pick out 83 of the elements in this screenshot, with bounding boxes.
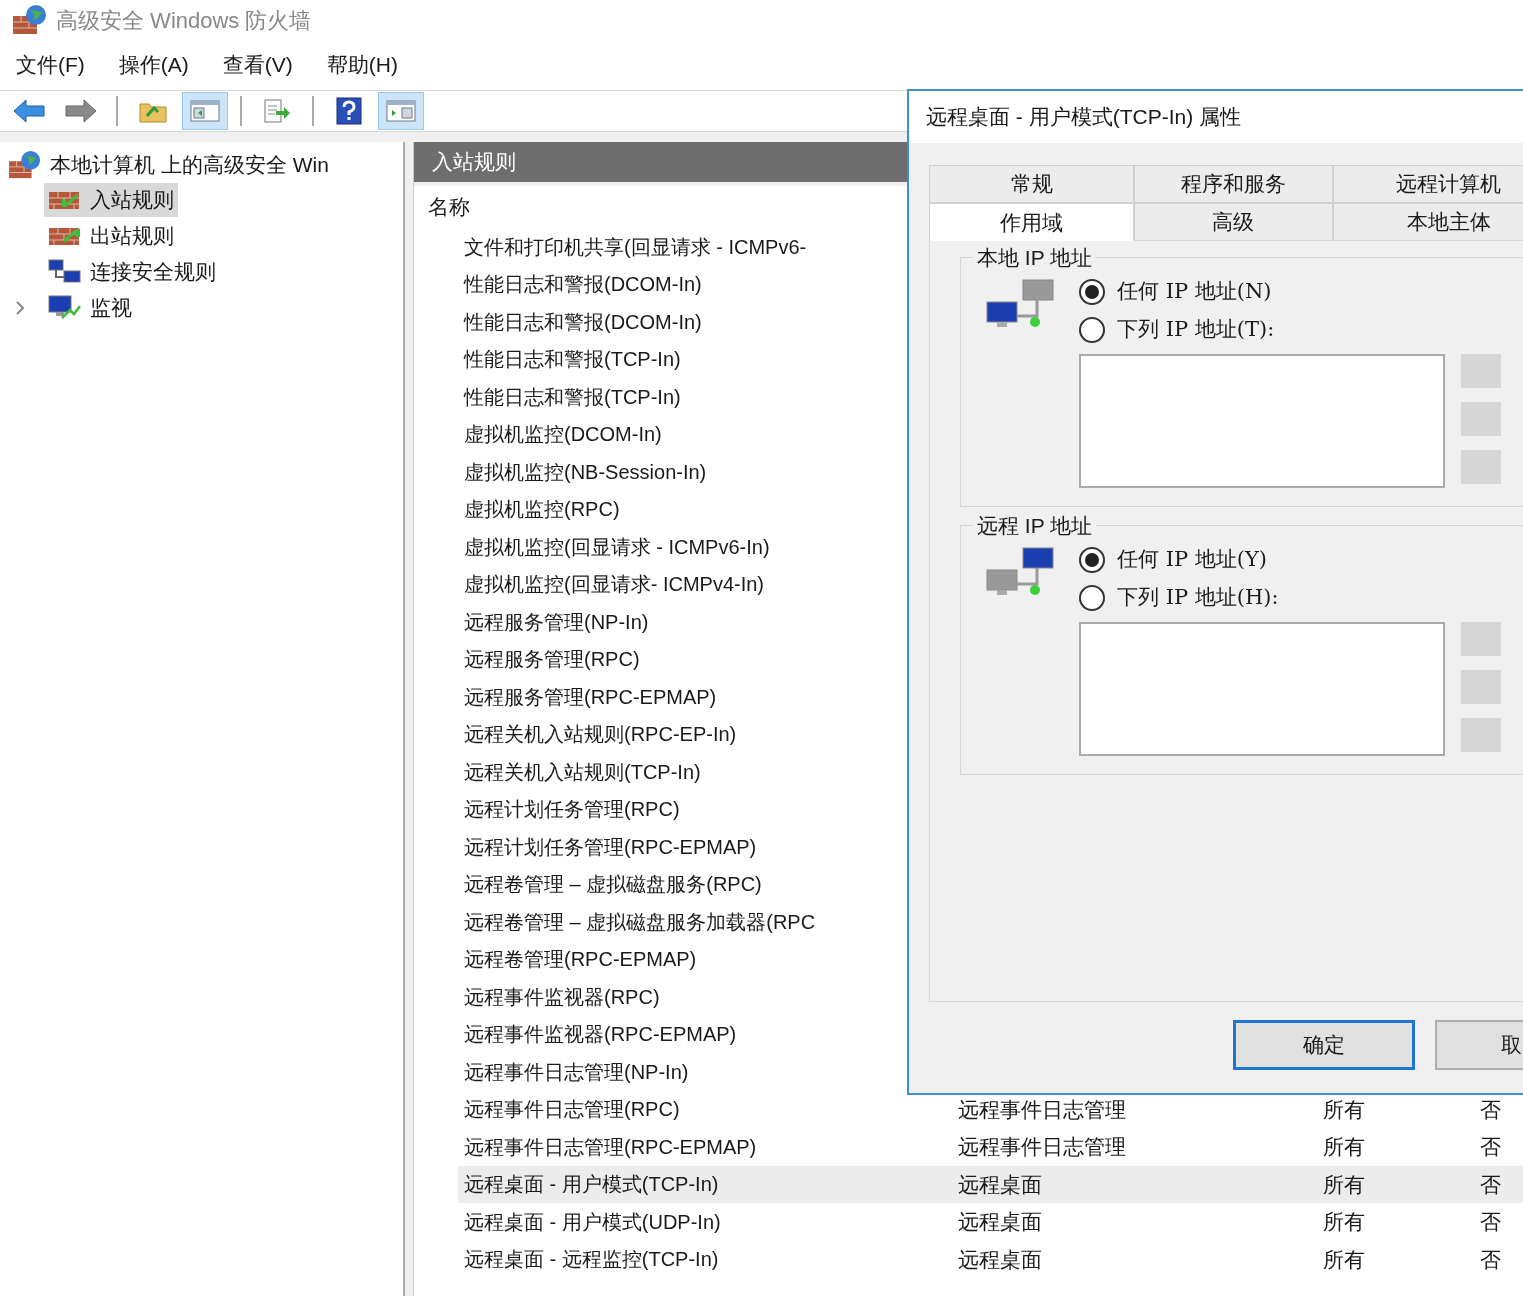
table-cell-text: 否 [1480,1246,1501,1273]
firewall-rule-icon [48,225,82,247]
table-cell-text: 远程卷管理(RPC-EPMAP) [463,947,698,973]
tab[interactable]: 作用域 [929,203,1135,241]
window-panes-icon [190,99,220,123]
table-cell-text: 虚拟机监控(DCOM-In) [463,422,663,448]
dialog-button[interactable]: 取 [1435,1020,1523,1070]
tree-item[interactable]: 监视 [44,291,136,325]
radio-button[interactable] [1079,585,1105,611]
table-row[interactable]: 远程桌面 - 用户模式(UDP-In) 远程桌面 所有 否 [458,1203,1523,1241]
computers-icon [48,259,82,285]
tree-item[interactable]: 本地计算机 上的高级安全 Win [50,149,329,181]
tab[interactable]: 本地主体 [1332,203,1523,241]
menu-item[interactable]: 查看(V) [222,49,293,81]
table-cell-text: 远程事件日志管理 [958,1134,1127,1160]
firewall-rule-icon [48,189,82,211]
tab[interactable]: 高级 [1134,203,1333,241]
table-row[interactable]: 远程事件日志管理(RPC-EPMAP) 远程事件日志管理 所有 否 [458,1128,1523,1166]
table-cell-text: 远程桌面 - 用户模式(UDP-In) [463,1209,722,1235]
table-cell-text: 性能日志和警报(TCP-In) [462,384,682,410]
table-row[interactable]: 远程事件日志管理(RPC) 远程事件日志管理 所有 否 [458,1090,1523,1128]
table-cell-text: 远程服务管理(RPC) [463,647,641,673]
table-cell-text: 所有 [1323,1209,1366,1235]
table-cell-text: 远程桌面 - 用户模式(TCP-In) [463,1172,720,1198]
table-cell-text: 远程事件日志管理(NP-In) [463,1059,690,1085]
table-cell-text: 否 [1480,1096,1501,1123]
tree-item[interactable]: 出站规则 [44,219,178,253]
menu-item[interactable]: 文件(F) [16,49,85,81]
table-cell-text: 远程关机入站规则(RPC-EP-In) [463,722,738,748]
back-arrow-icon [12,98,46,124]
table-cell-text: 远程计划任务管理(RPC) [463,797,681,823]
help-icon [336,97,362,125]
table-cell-text: 远程服务管理(NP-In) [463,609,650,635]
column-header[interactable]: 名称 [428,190,470,222]
table-row[interactable]: 远程桌面 - 远程监控(TCP-In) 远程桌面 所有 否 [458,1240,1523,1278]
radio-label[interactable]: 任何 IP 地址(Y) [1117,544,1268,576]
table-cell-text: 所有 [1323,1246,1366,1273]
table-cell-text: 远程桌面 [958,1171,1043,1198]
table-cell-text: 所有 [1323,1134,1366,1160]
window-title: 高级安全 Windows 防火墙 [56,6,312,35]
tab[interactable]: 常规 [929,165,1135,203]
table-cell-text: 远程事件日志管理 [958,1096,1127,1123]
table-cell-text: 虚拟机监控(NB-Session-In) [463,459,708,485]
table-cell-text: 否 [1480,1134,1501,1160]
radio-label[interactable]: 任何 IP 地址(N) [1117,276,1272,308]
table-cell-text: 否 [1480,1209,1501,1235]
dialog-button[interactable]: 确定 [1233,1020,1415,1070]
window-panes-icon [386,99,416,123]
table-cell-text: 所有 [1323,1096,1366,1123]
address-list[interactable] [1079,622,1445,756]
table-cell-text: 远程计划任务管理(RPC-EPMAP) [463,834,758,860]
table-cell-text: 所有 [1323,1171,1366,1198]
firewall-globe-icon [8,150,42,180]
menu-item[interactable]: 操作(A) [118,49,189,81]
tree-item[interactable]: 入站规则 [44,183,178,217]
table-cell-text: 远程事件日志管理(RPC-EPMAP) [463,1134,758,1160]
radio-button[interactable] [1079,317,1105,343]
table-cell-text: 远程卷管理 – 虚拟磁盘服务加载器(RPC [463,909,817,935]
tree-item[interactable]: 连接安全规则 [44,255,220,289]
radio-button[interactable] [1079,547,1105,573]
dialog-title: 远程桌面 - 用户模式(TCP-In) 属性 [926,104,1241,131]
forward-arrow-icon [64,98,98,124]
table-cell-text: 远程关机入站规则(TCP-In) [463,759,702,785]
tab[interactable]: 程序和服务 [1134,165,1333,203]
menu-item[interactable]: 帮助(H) [326,49,398,81]
tab[interactable]: 远程计算机 [1332,165,1523,203]
firewall-globe-icon [12,4,48,36]
table-cell-text: 远程桌面 [958,1246,1043,1273]
table-row[interactable]: 远程桌面 - 用户模式(TCP-In) 远程桌面 所有 否 [458,1165,1523,1203]
table-cell-text: 否 [1480,1171,1501,1198]
table-cell-text: 远程事件监视器(RPC) [463,984,661,1010]
table-cell-text: 远程卷管理 – 虚拟磁盘服务(RPC) [463,872,763,898]
table-cell-text: 远程桌面 - 远程监控(TCP-In) [463,1247,720,1273]
radio-label[interactable]: 下列 IP 地址(T): [1117,314,1275,346]
table-cell-text: 性能日志和警报(TCP-In) [462,347,682,373]
table-cell-text: 远程服务管理(RPC-EPMAP) [463,684,718,710]
radio-button[interactable] [1079,279,1105,305]
monitor-icon [48,295,82,321]
table-cell-text: 远程事件日志管理(RPC) [463,1097,681,1123]
table-cell-text: 远程桌面 [958,1209,1043,1235]
radio-label[interactable]: 下列 IP 地址(H): [1117,582,1279,614]
address-list[interactable] [1079,354,1445,488]
export-list-icon [262,98,292,124]
